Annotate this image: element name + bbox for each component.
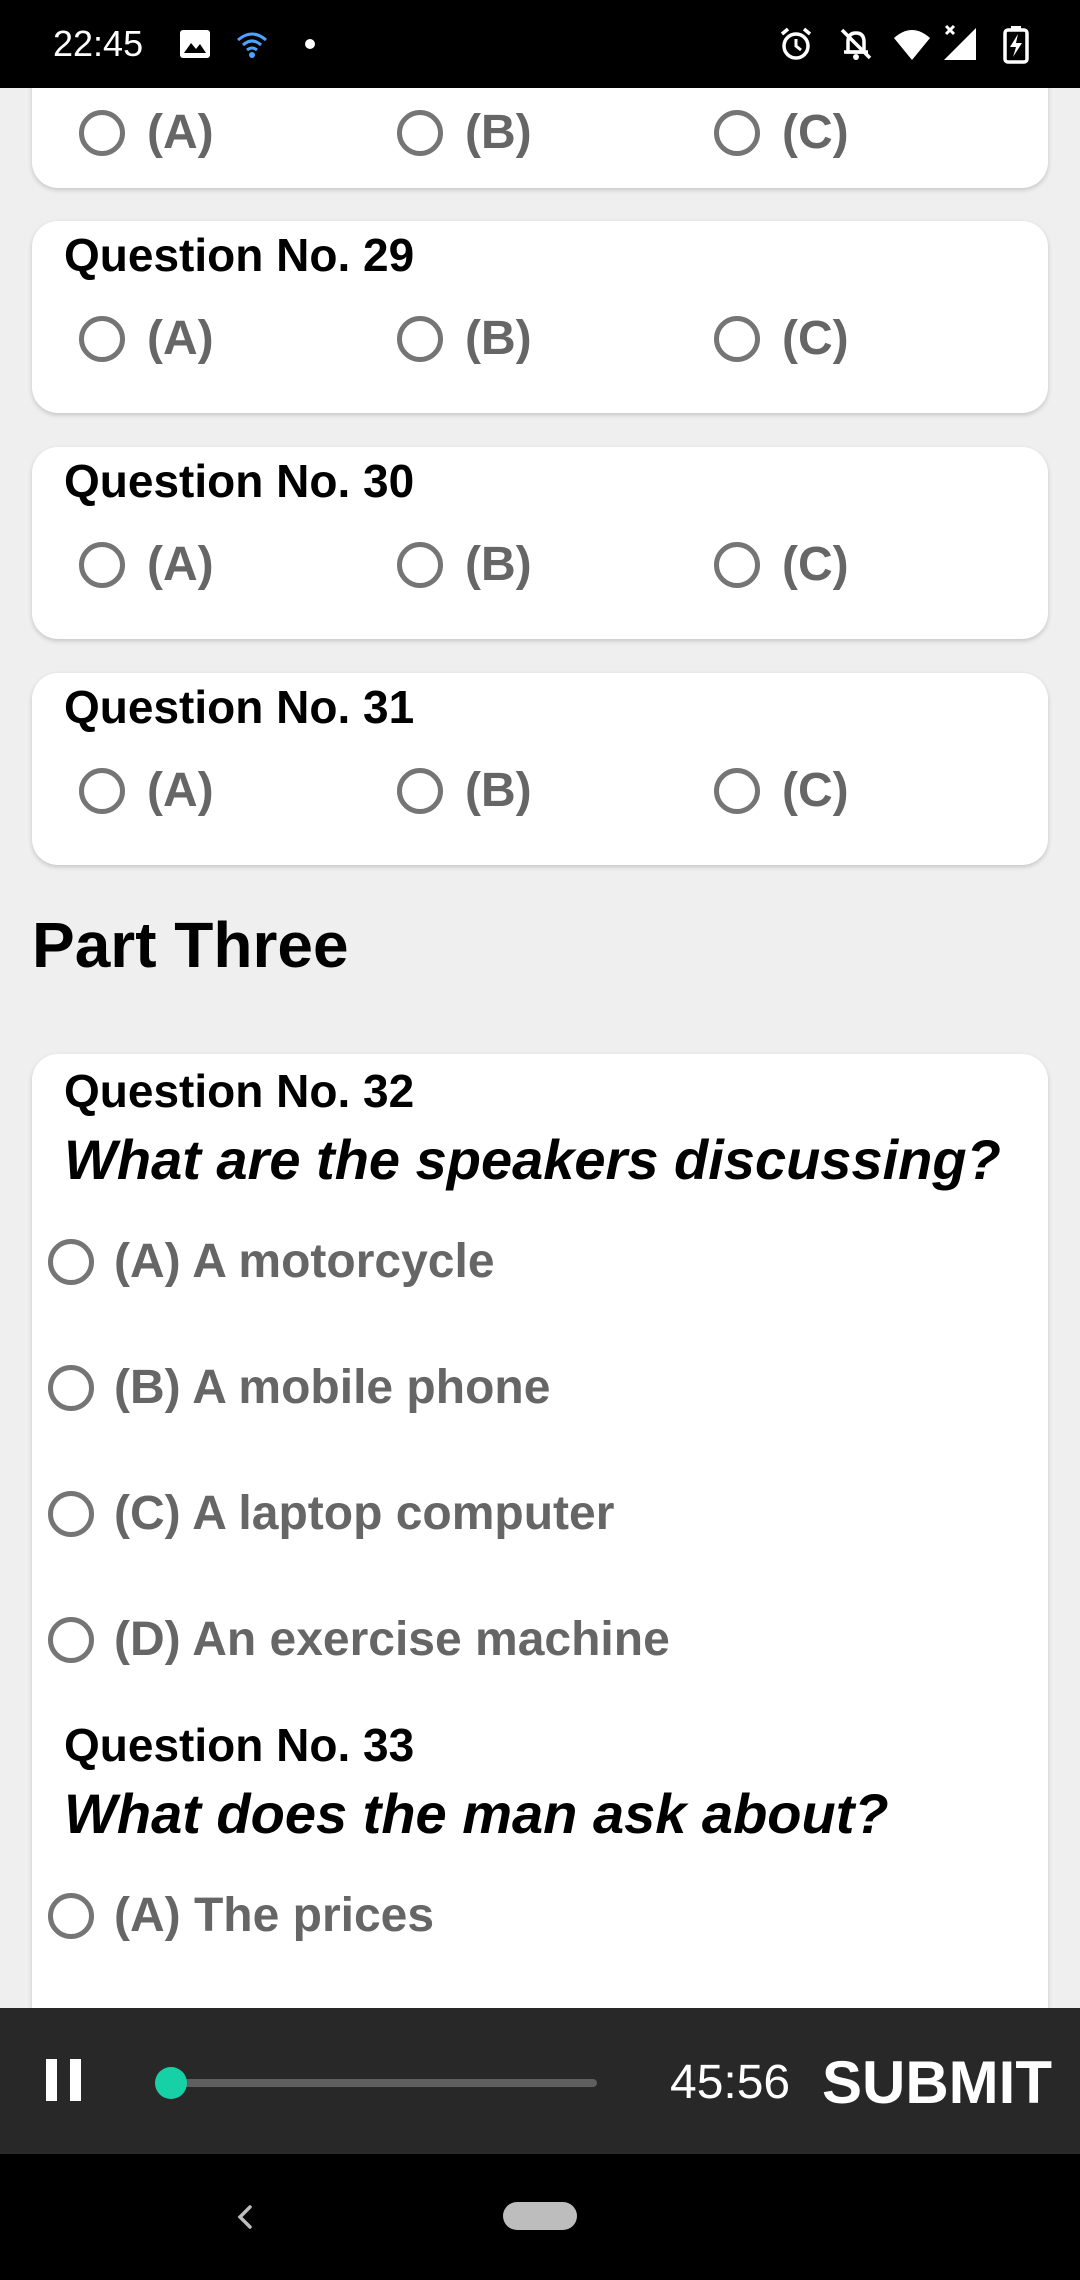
option-b[interactable]: (B) [397,105,532,161]
option-a[interactable]: (A) [79,537,214,593]
radio-button[interactable] [714,110,760,156]
pause-icon[interactable] [46,2059,82,2101]
radio-button[interactable] [79,542,125,588]
option-d[interactable]: (D) An exercise machine [48,1612,670,1668]
back-icon[interactable] [228,2199,264,2235]
progress-thumb[interactable] [155,2067,187,2099]
option-label: (C) [782,764,849,817]
radio-button[interactable] [48,1239,94,1285]
option-b[interactable]: (B) [397,537,532,593]
alarm-icon [780,27,812,60]
radio-button[interactable] [397,316,443,362]
radio-button[interactable] [714,542,760,588]
option-label: (C) A laptop computer [114,1487,615,1540]
question-title: Question No. 32 [64,1065,415,1117]
option-label: (A) [147,538,214,591]
navigation-bar [0,2154,1080,2280]
question-title: Question No. 33 [64,1719,415,1771]
option-label: (C) [782,538,849,591]
radio-button[interactable] [48,1893,94,1939]
option-a[interactable]: (A) [79,105,214,161]
option-label: (B) [465,106,532,159]
radio-button[interactable] [714,316,760,362]
option-c[interactable]: (C) [714,311,849,367]
option-label: (C) [782,312,849,365]
option-label: (C) [782,106,849,159]
option-a[interactable]: (A) A motorcycle [48,1234,495,1290]
wifi-calling-icon [237,32,267,58]
option-label: (B) [465,764,532,817]
radio-button[interactable] [48,1617,94,1663]
notifications-off-icon [840,28,872,60]
radio-button[interactable] [79,316,125,362]
progress-track[interactable] [171,2079,597,2087]
status-time: 22:45 [53,23,144,64]
option-label: (A) [147,312,214,365]
option-label: (B) [465,538,532,591]
remaining-time: 45:56 [670,2056,791,2109]
radio-button[interactable] [79,110,125,156]
option-label: (A) [147,106,214,159]
status-bar: 22:45 [0,0,1080,88]
home-pill[interactable] [503,2202,577,2230]
option-a[interactable]: (A) [79,311,214,367]
battery-charging-icon [1003,26,1029,64]
option-label: (B) A mobile phone [114,1361,551,1414]
part-heading: Part Three [32,909,349,981]
question-title: Question No. 29 [64,229,415,281]
option-c[interactable]: (C) A laptop computer [48,1486,614,1542]
question-card-part-three: Question No. 32 What are the speakers di… [32,1054,1048,2008]
option-b[interactable]: (B) [397,763,532,819]
radio-button[interactable] [714,768,760,814]
question-card-30: Question No. 30 (A) (B) (C) [32,447,1048,639]
radio-button[interactable] [397,110,443,156]
option-b[interactable]: (B) [397,311,532,367]
option-label: (A) A motorcycle [114,1235,495,1288]
question-title: Question No. 30 [64,455,415,507]
question-text: What does the man ask about? [64,1782,889,1845]
question-list[interactable]: (A) (B) (C) Question No. 29 (A) (B) (C) … [0,88,1080,2008]
question-card-31: Question No. 31 (A) (B) (C) [32,673,1048,865]
question-title: Question No. 31 [64,681,415,733]
option-label: (A) The prices [114,1889,435,1942]
option-b[interactable]: (B) A mobile phone [48,1360,550,1416]
option-c[interactable]: (C) [714,105,849,161]
radio-button[interactable] [48,1365,94,1411]
option-c[interactable]: (C) [714,763,849,819]
radio-button[interactable] [48,1491,94,1537]
wifi-icon [894,30,930,60]
option-a[interactable]: (A) The prices [48,1888,434,1944]
radio-button[interactable] [79,768,125,814]
option-label: (A) [147,764,214,817]
submit-button[interactable]: SUBMIT [822,2050,1052,2116]
option-label: (B) [465,312,532,365]
option-label: (D) An exercise machine [114,1613,670,1666]
signal-icon [944,24,976,60]
radio-button[interactable] [397,542,443,588]
question-text: What are the speakers discussing? [64,1128,1001,1191]
image-icon [180,30,210,58]
option-c[interactable]: (C) [714,537,849,593]
question-card-29: Question No. 29 (A) (B) (C) [32,221,1048,413]
dot-icon [305,39,315,49]
audio-player: 45:56 SUBMIT [0,2008,1080,2154]
question-card-28: (A) (B) (C) [32,88,1048,188]
radio-button[interactable] [397,768,443,814]
option-a[interactable]: (A) [79,763,214,819]
